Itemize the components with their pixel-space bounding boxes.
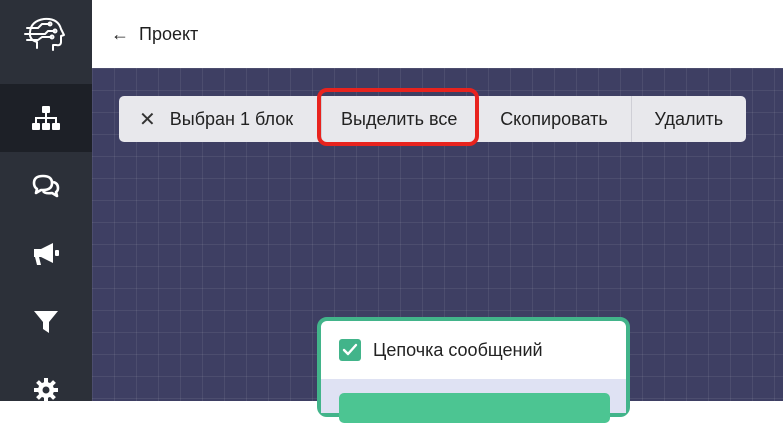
delete-button[interactable]: Удалить [632,96,746,142]
select-all-button[interactable]: Выделить все [317,88,480,146]
flow-canvas[interactable]: ✕ Выбран 1 блок Выделить все Скопировать… [92,68,783,423]
close-icon[interactable]: ✕ [139,107,156,132]
sitemap-icon[interactable] [0,84,92,152]
copy-button[interactable]: Скопировать [477,96,630,142]
message-chain-block[interactable]: Цепочка сообщений [317,317,630,423]
page-title: Проект [139,23,199,44]
logo-icon[interactable] [0,0,92,68]
chat-bubbles-icon[interactable] [0,152,92,220]
selected-count-label: Выбран 1 блок [169,108,294,129]
block-header: Цепочка сообщений [321,321,626,379]
block-checkbox[interactable] [339,339,361,361]
megaphone-icon[interactable] [0,220,92,288]
block-body [321,379,626,423]
block-content-bar[interactable] [339,393,610,423]
block-title: Цепочка сообщений [373,339,543,360]
filter-icon[interactable] [0,288,92,356]
select-all-label: Выделить все [341,108,458,129]
arrow-left-icon[interactable]: ← [111,24,129,45]
header: ← Проект [92,0,783,68]
check-icon [342,343,358,356]
selection-toolbar: ✕ Выбран 1 блок Выделить все Скопировать… [119,88,746,146]
deselect-button[interactable]: ✕ Выбран 1 блок [119,96,321,142]
copy-label: Скопировать [500,108,608,129]
sidebar [0,0,92,402]
gear-icon[interactable] [0,356,92,424]
delete-label: Удалить [654,108,724,129]
